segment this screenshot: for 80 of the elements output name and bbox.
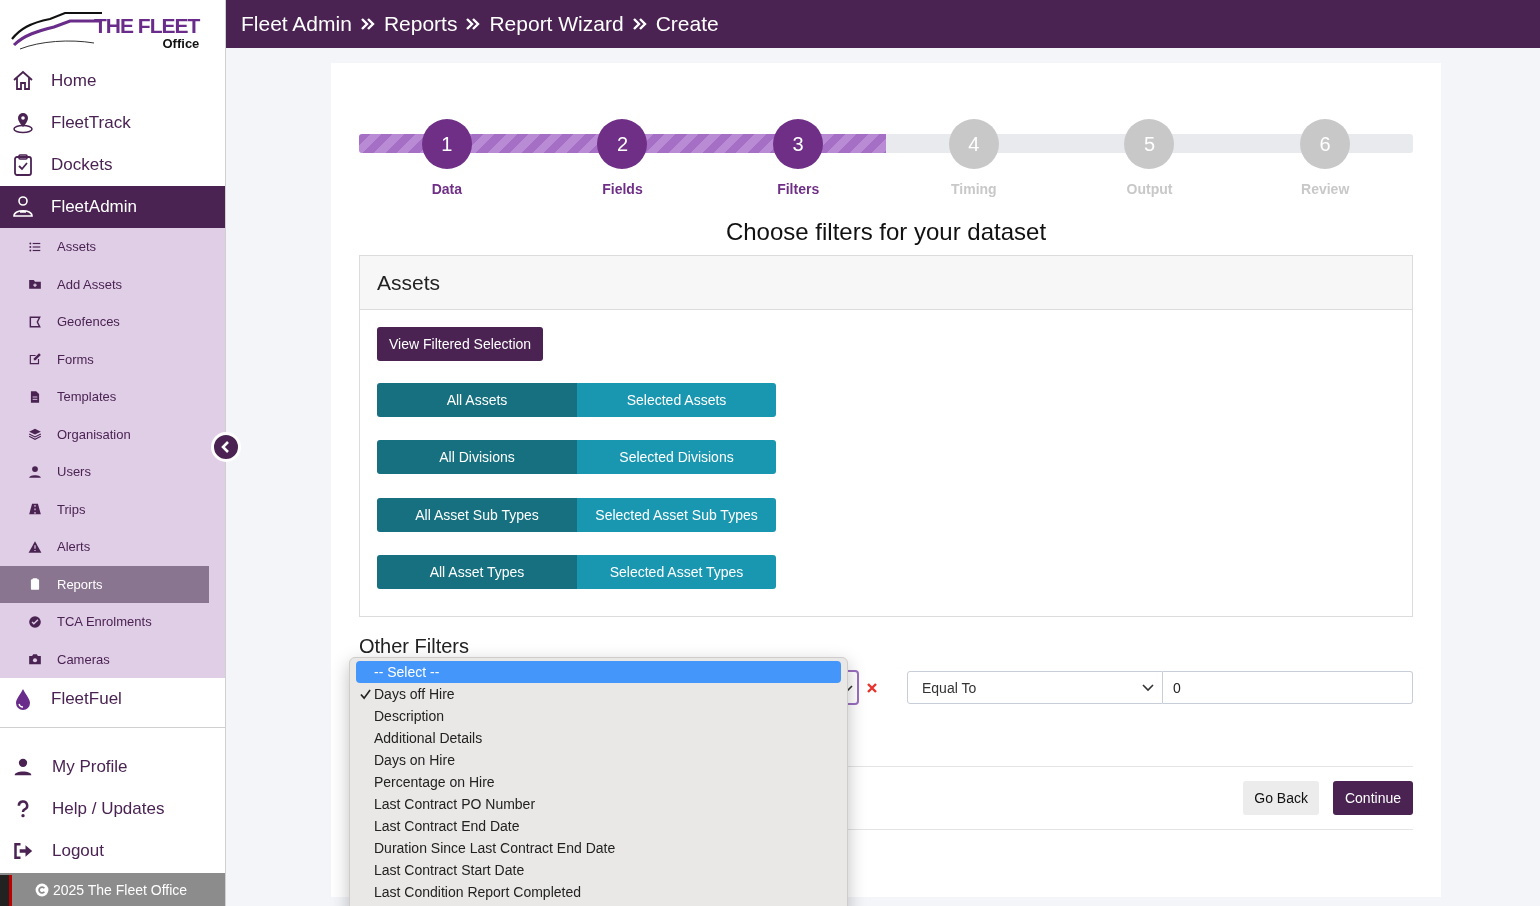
copyright-icon [35,882,49,897]
submenu-item[interactable]: Assets [0,228,209,266]
operator-select[interactable]: Equal To [907,671,1163,704]
submenu-item[interactable]: TCA Enrolments [0,603,209,641]
nav-item[interactable]: FleetFuel [0,678,225,720]
value-input[interactable]: 0 [1163,671,1413,704]
go-back-button[interactable]: Go Back [1243,781,1319,815]
edit-icon [28,352,42,367]
chevron-down-icon [1142,683,1154,692]
clipboard-icon [28,577,42,592]
footer-text: 2025 The Fleet Office [53,881,188,898]
logout-icon [13,841,33,861]
submenu-item[interactable]: Trips [0,490,209,528]
submenu-item[interactable]: Geofences [0,303,209,341]
nav-item[interactable]: Help / Updates [0,788,225,830]
footer-strip [0,875,12,906]
submenu-item[interactable]: Cameras [0,640,209,678]
dropdown-option[interactable]: Percentage on Hire [356,771,841,793]
submenu-item[interactable]: Add Assets [0,265,209,303]
step-label: Filters [777,181,820,197]
nav-item[interactable]: FleetTrack [0,102,225,144]
logo-title: THE FLEET [94,15,200,37]
submenu-item[interactable]: Organisation [0,415,209,453]
step-circle[interactable]: 2 [597,119,648,169]
warning-icon [28,539,42,554]
double-chevron-icon [359,17,376,31]
nav-item[interactable]: FleetAdmin [0,186,225,228]
location-pin-icon [11,111,35,135]
document-icon [28,389,42,404]
clipboard-check-icon [11,153,35,177]
dropdown-option[interactable]: Last Contract Start Date [356,859,841,881]
step-circle[interactable]: 1 [421,119,472,169]
view-filtered-button[interactable]: View Filtered Selection [377,327,544,361]
close-icon [866,681,878,694]
step-circle[interactable]: 3 [773,119,824,169]
panel-title: Assets [377,270,441,295]
nav-item[interactable]: Home [0,60,225,102]
double-chevron-icon [631,17,648,31]
toggle-button[interactable]: All Asset Types [377,555,577,589]
step-label: Data [431,181,462,197]
user-icon [28,464,42,479]
nav-item[interactable]: Logout [0,830,225,872]
logo-subtitle: Office [162,37,200,51]
layers-icon [28,427,42,442]
check-circle-icon [28,614,42,629]
user-icon [13,757,33,777]
section-title: Other Filters [359,635,471,657]
continue-button[interactable]: Continue [1332,781,1413,815]
dropdown-option[interactable]: Duration Since Last Contract End Date [356,837,841,859]
folder-plus-icon [28,277,42,292]
dropdown-option[interactable]: Days off Hire [356,683,841,705]
dropdown-option[interactable]: Last Contract PO Number [356,793,841,815]
breadcrumb-link[interactable]: Reports [383,12,458,36]
step-label: Fields [602,181,643,197]
camera-icon [28,652,42,667]
breadcrumb-link[interactable]: Report Wizard [489,12,624,36]
submenu-item[interactable]: Reports [0,565,209,603]
submenu-item[interactable]: Forms [0,340,209,378]
toggle-button[interactable]: All Assets [377,382,577,417]
dropdown-option[interactable]: Days on Hire [356,749,841,771]
checkmark-icon [360,689,371,700]
submenu-item[interactable]: Templates [0,378,209,416]
nav-item[interactable]: My Profile [0,746,225,788]
dropdown-option[interactable]: Description [356,705,841,727]
home-icon [11,69,35,93]
nav-item[interactable]: Dockets [0,144,225,186]
page-heading: Choose filters for your dataset [724,217,1048,247]
submenu-item[interactable]: Alerts [0,528,209,566]
submenu-item[interactable]: Users [0,453,209,491]
chevron-left-icon [220,441,232,453]
breadcrumb-link[interactable]: Fleet Admin [241,12,352,36]
road-icon [28,502,42,517]
dropdown-option[interactable]: Last Contract End Date [356,815,841,837]
toggle-button[interactable]: All Divisions [377,440,577,474]
breadcrumb-link[interactable]: Create [655,12,719,36]
double-chevron-icon [465,17,482,31]
toggle-button[interactable]: All Asset Sub Types [377,497,577,532]
shape-icon [28,314,42,329]
dropdown-option[interactable]: Last Condition Report Completed [356,881,841,903]
dropdown-option[interactable]: Additional Details [356,727,841,749]
